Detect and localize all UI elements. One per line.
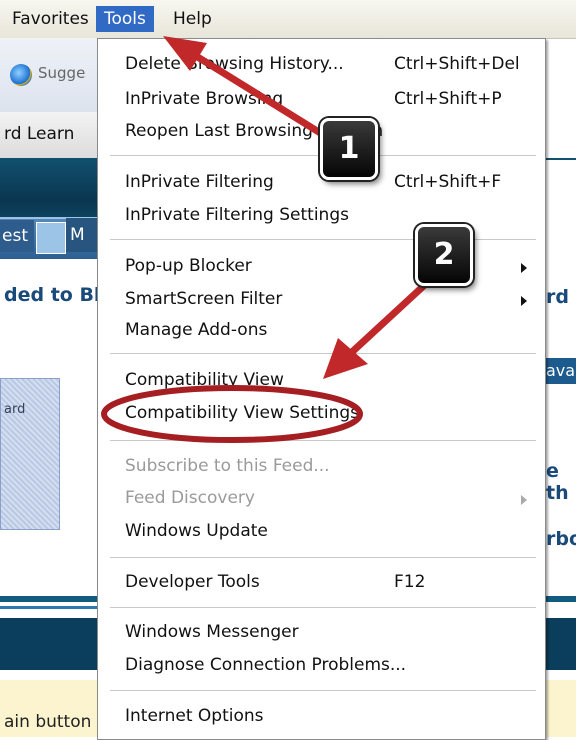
internet-explorer-icon <box>10 64 32 86</box>
menu-separator <box>110 557 536 558</box>
page-divider-thin <box>0 606 100 609</box>
menu-item-delete-browsing-history[interactable]: Delete Browsing History... <box>125 54 344 74</box>
submenu-arrow-icon <box>521 495 527 505</box>
suggested-sites-button[interactable]: Sugge <box>38 64 85 82</box>
page-right-link-2[interactable]: rboa <box>546 528 576 550</box>
notification-text: ain button <box>4 712 92 732</box>
page-dark-band <box>0 618 100 670</box>
page-divider <box>0 596 100 602</box>
annotation-badge-1: 1 <box>320 118 378 180</box>
shortcut-inprivate-filtering: Ctrl+Shift+F <box>394 172 502 192</box>
shortcut-developer-tools: F12 <box>394 572 426 592</box>
page-right-text: e th <box>546 460 569 504</box>
menu-item-manage-addons[interactable]: Manage Add-ons <box>125 320 267 340</box>
menu-item-windows-update[interactable]: Windows Update <box>125 521 268 541</box>
menu-item-internet-options[interactable]: Internet Options <box>125 706 264 726</box>
page-dark-band-right <box>544 618 576 670</box>
menu-item-subscribe-feed: Subscribe to this Feed... <box>125 456 330 476</box>
menu-item-developer-tools[interactable]: Developer Tools <box>125 572 260 592</box>
page-divider-right <box>544 596 576 602</box>
menu-item-smartscreen-filter[interactable]: SmartScreen Filter <box>125 289 282 309</box>
page-nav-tab-m[interactable]: M <box>66 218 100 252</box>
page-hatched-text: ard <box>4 402 26 417</box>
submenu-arrow-icon <box>521 296 527 306</box>
page-headline: ded to Bl <box>4 284 101 306</box>
menu-separator <box>110 690 536 691</box>
page-nav-tab[interactable]: est <box>0 220 34 252</box>
shortcut-delete-browsing-history: Ctrl+Shift+Del <box>394 54 520 74</box>
submenu-arrow-icon <box>521 263 527 273</box>
annotation-badge-2: 2 <box>415 224 473 286</box>
page-hatched-panel <box>0 378 60 530</box>
menu-item-compatibility-view-settings[interactable]: Compatibility View Settings <box>125 403 359 423</box>
menu-item-inprivate-filtering-settings[interactable]: InPrivate Filtering Settings <box>125 205 349 225</box>
menu-tools[interactable]: Tools <box>96 6 154 32</box>
page-right-heading: rd <box>546 286 569 308</box>
favorites-bar-link[interactable]: rd Learn <box>4 124 74 144</box>
menu-item-popup-blocker[interactable]: Pop-up Blocker <box>125 256 252 276</box>
menu-item-windows-messenger[interactable]: Windows Messenger <box>125 622 299 642</box>
shortcut-inprivate-browsing: Ctrl+Shift+P <box>394 89 502 109</box>
page-nav-icon[interactable] <box>36 222 66 254</box>
menu-item-inprivate-filtering[interactable]: InPrivate Filtering <box>125 172 274 192</box>
menu-item-feed-discovery: Feed Discovery <box>125 488 255 508</box>
menu-separator <box>110 353 536 354</box>
menu-help[interactable]: Help <box>165 6 220 32</box>
menu-favorites[interactable]: Favorites <box>4 6 97 32</box>
menu-separator <box>110 440 536 441</box>
menu-item-diagnose-connection[interactable]: Diagnose Connection Problems... <box>125 655 406 675</box>
menu-separator <box>110 607 536 608</box>
menu-item-inprivate-browsing[interactable]: InPrivate Browsing <box>125 89 283 109</box>
menu-item-compatibility-view[interactable]: Compatibility View <box>125 370 284 390</box>
page-right-link[interactable]: ava <box>546 358 576 384</box>
